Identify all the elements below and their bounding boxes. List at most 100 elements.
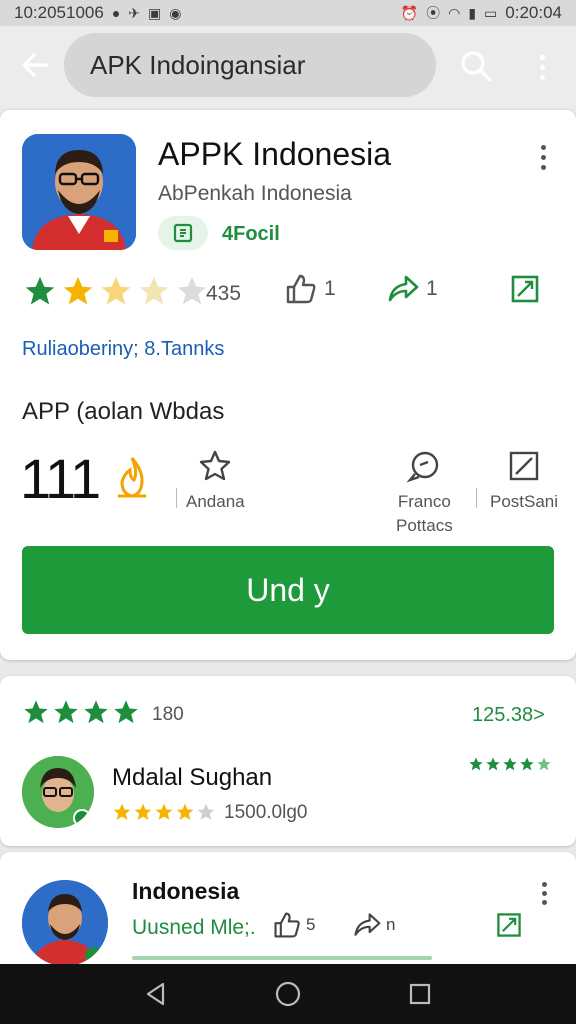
star-filled-icon xyxy=(134,803,152,820)
like-count: 1 xyxy=(324,277,336,300)
star-empty-icon xyxy=(197,803,215,820)
thumbs-up-icon xyxy=(274,912,300,938)
app-list-item[interactable]: Indonesia Uusned Mle;. 5 n xyxy=(0,852,576,972)
menu-dot-icon xyxy=(541,881,547,887)
list-item-more-button[interactable] xyxy=(532,878,556,908)
list-share-stat[interactable]: n xyxy=(352,910,395,940)
reviewer-name: Mdalal Sughan xyxy=(112,764,273,791)
reviewer-rating-stars xyxy=(468,756,552,772)
fire-icon xyxy=(118,457,146,498)
system-nav-bar xyxy=(0,964,576,1024)
search-button[interactable] xyxy=(458,48,494,84)
external-link-icon xyxy=(509,451,539,481)
star-half-icon xyxy=(101,276,131,305)
back-button[interactable] xyxy=(18,48,52,82)
list-item-avatar xyxy=(22,880,108,966)
app-icon[interactable] xyxy=(22,134,136,250)
big-number: 111 xyxy=(20,447,101,510)
share-arrow-icon xyxy=(388,275,419,302)
circle-home-icon xyxy=(275,981,301,1007)
nav-recents-button[interactable] xyxy=(400,974,440,1014)
post-label: PostSani xyxy=(490,492,559,511)
list-item-title: Indonesia xyxy=(132,878,240,904)
star-filled-icon xyxy=(63,276,93,305)
star-filled-icon xyxy=(25,276,55,305)
list-share-count: n xyxy=(386,915,396,934)
signal-icon: ▮ xyxy=(468,5,477,21)
menu-dot-icon xyxy=(539,54,545,60)
star-filled-icon xyxy=(469,757,483,771)
search-header: APK Indoingansiar xyxy=(0,26,576,108)
status-time-left: 10:2051006 xyxy=(14,3,104,22)
app-title: APPK Indonesia xyxy=(158,136,392,172)
star-filled-icon xyxy=(54,700,78,724)
star-filled-icon xyxy=(176,803,194,820)
menu-dot-icon xyxy=(539,74,545,80)
bookmark-icon xyxy=(511,275,539,303)
location-icon: ● xyxy=(111,5,121,21)
square-recents-icon xyxy=(409,983,431,1005)
list-item-footer-line xyxy=(132,956,432,960)
triangle-back-icon xyxy=(146,982,165,1006)
app-developer[interactable]: AbPenkah Indonesia xyxy=(158,182,352,206)
star-filled-icon xyxy=(84,700,108,724)
airplane-icon: ✈ xyxy=(128,5,141,21)
notification-icon: ◉ xyxy=(169,5,182,21)
star-filled-icon xyxy=(114,700,138,724)
info-link[interactable]: Ruliaoberiny; 8.Tannks xyxy=(22,338,224,361)
badge-label: 4Focil xyxy=(222,223,280,245)
share-count: 1 xyxy=(426,277,438,300)
badge-icon xyxy=(173,223,193,243)
menu-dot-icon xyxy=(540,154,546,160)
list-bookmark[interactable] xyxy=(494,910,524,940)
wifi-icon: ◠ xyxy=(448,5,461,21)
install-button[interactable]: Und y xyxy=(22,546,554,634)
rating-count: 435 xyxy=(206,282,242,305)
andana-label: Andana xyxy=(186,492,245,511)
rating-row: 435 1 1 xyxy=(22,272,562,312)
star-half-icon xyxy=(537,757,551,771)
share-stat[interactable]: 1 xyxy=(386,272,438,306)
vibrate-icon: ⦿ xyxy=(426,5,441,21)
search-icon xyxy=(461,51,492,82)
like-stat[interactable]: 1 xyxy=(284,272,336,306)
review-summary-stars xyxy=(22,698,140,726)
divider xyxy=(176,488,177,508)
nav-back-button[interactable] xyxy=(136,974,176,1014)
app-portrait-icon xyxy=(22,134,136,250)
divider xyxy=(476,488,477,508)
review-line-stars xyxy=(112,802,216,822)
status-right: ⏰ ⦿ ◠ ▮ ▭ 0:20:04 xyxy=(401,3,562,23)
status-left: 10:2051006 ● ✈ ▣ ◉ xyxy=(14,3,181,23)
thumbs-up-icon xyxy=(286,274,316,304)
rating-stars xyxy=(22,274,210,308)
review-see-all-link[interactable]: 125.38> xyxy=(472,704,545,727)
menu-dot-icon xyxy=(541,890,547,896)
menu-dot-icon xyxy=(541,899,547,905)
post-action[interactable]: PostSani xyxy=(490,448,558,514)
reviewer-avatar xyxy=(22,756,94,828)
chat-bubble-icon xyxy=(406,451,439,483)
list-like-stat[interactable]: 5 xyxy=(272,910,315,940)
star-filled-icon xyxy=(155,803,173,820)
share-arrow-icon xyxy=(354,913,381,936)
list-item-portrait-icon xyxy=(22,880,108,966)
search-input[interactable]: APK Indoingansiar xyxy=(64,33,436,97)
star-filled-icon xyxy=(486,757,500,771)
nav-home-button[interactable] xyxy=(268,974,308,1014)
wishlist-stat[interactable] xyxy=(508,272,542,306)
andana-action[interactable]: Andana xyxy=(186,448,245,514)
star-filled-icon xyxy=(503,757,517,771)
section-label: APP (aolan Wbdas xyxy=(22,398,225,425)
reviewer-portrait-icon xyxy=(22,756,94,828)
status-time-right: 0:20:04 xyxy=(505,3,562,22)
review-count: 180 xyxy=(152,704,184,725)
star-empty-icon xyxy=(177,276,207,305)
back-arrow-icon xyxy=(22,53,49,77)
star-filled-icon xyxy=(113,803,131,820)
star-outline-icon xyxy=(200,450,231,481)
app-more-button[interactable] xyxy=(530,140,556,174)
franco-action[interactable]: Franco Pottacs xyxy=(396,448,453,538)
overflow-menu-button[interactable] xyxy=(528,50,556,84)
star-half-icon xyxy=(139,276,169,305)
